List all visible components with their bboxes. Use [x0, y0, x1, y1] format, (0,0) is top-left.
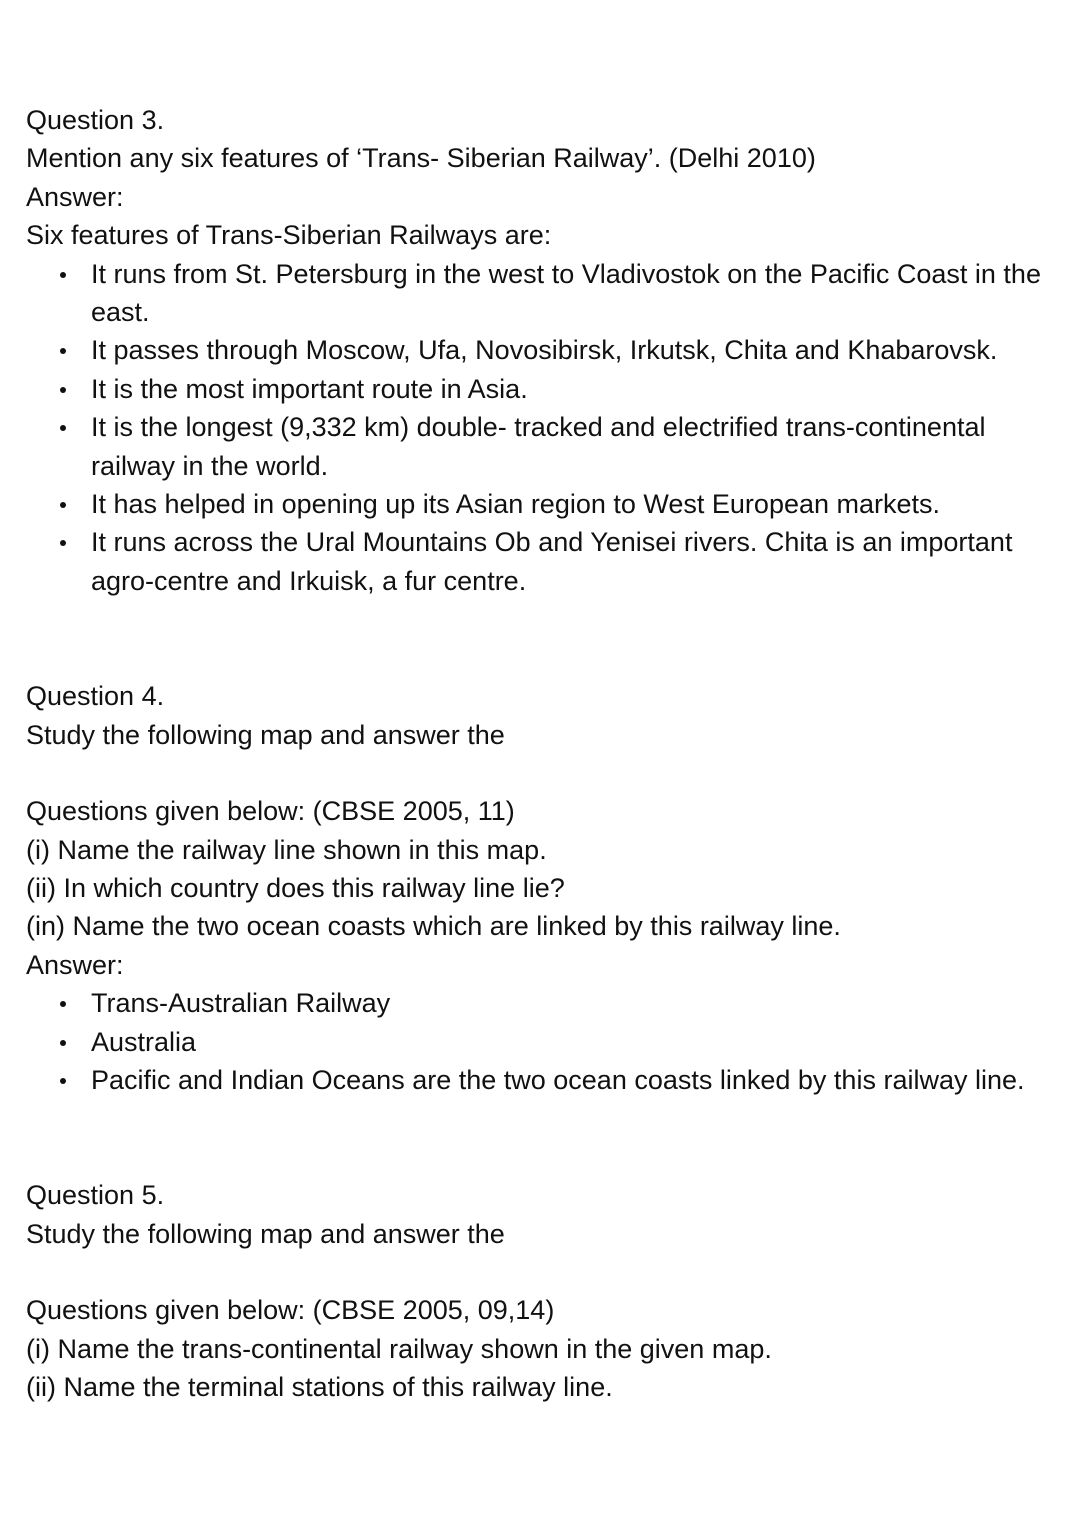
question-3: Question 3. Mention any six features of …: [26, 101, 1066, 600]
question-3-answer-intro: Six features of Trans-Siberian Railways …: [26, 220, 552, 251]
question-4: Question 4. Study the following map and …: [26, 677, 1066, 1099]
question-4-answer-list: Trans-Australian Railway Australia Pacif…: [26, 984, 1066, 1099]
list-item: It is the longest (9,332 km) double- tra…: [26, 408, 1061, 485]
question-5-sub-question: (i) Name the trans-continental railway s…: [26, 1333, 772, 1364]
list-item: Pacific and Indian Oceans are the two oc…: [26, 1061, 1061, 1099]
list-item: It is the most important route in Asia.: [26, 370, 1061, 408]
question-4-answer-label: Answer:: [26, 949, 124, 980]
question-3-answer-list: It runs from St. Petersburg in the west …: [26, 255, 1066, 601]
list-item: It has helped in opening up its Asian re…: [26, 485, 1061, 523]
question-4-prompt-continued: Questions given below: (CBSE 2005, 11): [26, 796, 515, 827]
document-page: Question 3. Mention any six features of …: [26, 101, 1066, 1406]
list-item: It passes through Moscow, Ufa, Novosibir…: [26, 331, 1061, 369]
question-4-heading: Question 4.: [26, 681, 165, 712]
question-4-sub-question: (i) Name the railway line shown in this …: [26, 834, 547, 865]
question-4-prompt: Study the following map and answer the: [26, 719, 505, 750]
question-5-prompt-continued: Questions given below: (CBSE 2005, 09,14…: [26, 1295, 555, 1326]
question-5-sub-question: (ii) Name the terminal stations of this …: [26, 1371, 613, 1402]
question-3-heading: Question 3.: [26, 105, 165, 135]
question-4-sub-question: (ii) In which country does this railway …: [26, 872, 565, 903]
question-3-answer-label: Answer:: [26, 181, 124, 212]
list-item: It runs across the Ural Mountains Ob and…: [26, 523, 1061, 600]
question-5-heading: Question 5.: [26, 1180, 165, 1211]
question-4-sub-question: (in) Name the two ocean coasts which are…: [26, 911, 841, 942]
question-5: Question 5. Study the following map and …: [26, 1176, 1066, 1406]
question-3-prompt: Mention any six features of ‘Trans- Sibe…: [26, 143, 816, 174]
list-item: It runs from St. Petersburg in the west …: [26, 255, 1061, 332]
question-5-prompt: Study the following map and answer the: [26, 1218, 505, 1249]
list-item: Trans-Australian Railway: [26, 984, 1061, 1022]
list-item: Australia: [26, 1023, 1061, 1061]
